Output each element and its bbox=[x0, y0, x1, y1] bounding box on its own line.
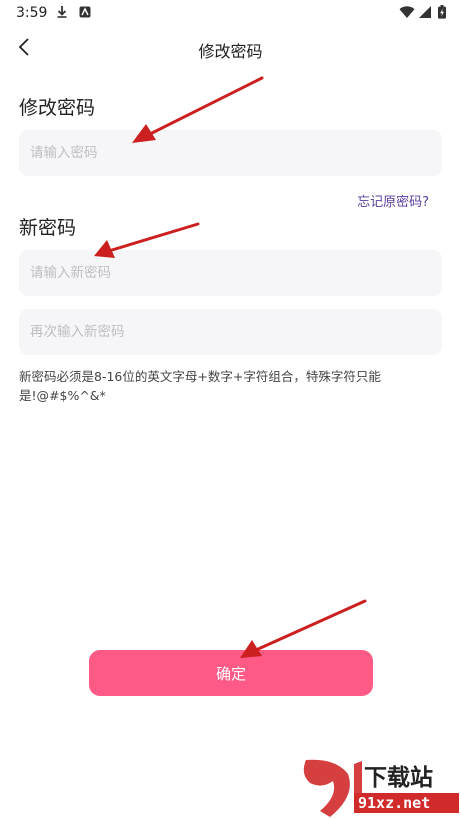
confirm-button[interactable]: 确定 bbox=[89, 650, 373, 696]
new-password-input[interactable] bbox=[19, 250, 442, 296]
old-password-input[interactable] bbox=[19, 130, 442, 176]
annotation-arrow bbox=[254, 599, 367, 652]
battery-icon bbox=[438, 5, 446, 19]
password-rule-hint: 新密码必须是8-16位的英文字母+数字+字符组合，特殊字符只能是!@#$%^&* bbox=[19, 369, 381, 403]
wifi-icon bbox=[399, 6, 415, 18]
signal-icon bbox=[419, 6, 431, 18]
app-notification-icon bbox=[79, 6, 91, 18]
annotation-arrow bbox=[148, 76, 264, 136]
watermark-line1: 下载站 bbox=[364, 765, 433, 791]
annotation-arrow bbox=[110, 222, 200, 252]
page-title: 修改密码 bbox=[198, 42, 263, 61]
download-icon bbox=[57, 6, 67, 18]
confirm-new-password-input[interactable] bbox=[19, 309, 442, 355]
status-time: 3:59 bbox=[16, 5, 48, 21]
old-password-section-title: 修改密码 bbox=[19, 97, 96, 119]
watermark-logo: 下载站 91xz.net bbox=[303, 759, 459, 817]
annotation-arrows bbox=[94, 76, 367, 658]
new-password-section-title: 新密码 bbox=[19, 217, 77, 239]
watermark-line2: 91xz.net bbox=[358, 794, 430, 812]
forgot-password-link[interactable]: 忘记原密码? bbox=[357, 191, 429, 210]
